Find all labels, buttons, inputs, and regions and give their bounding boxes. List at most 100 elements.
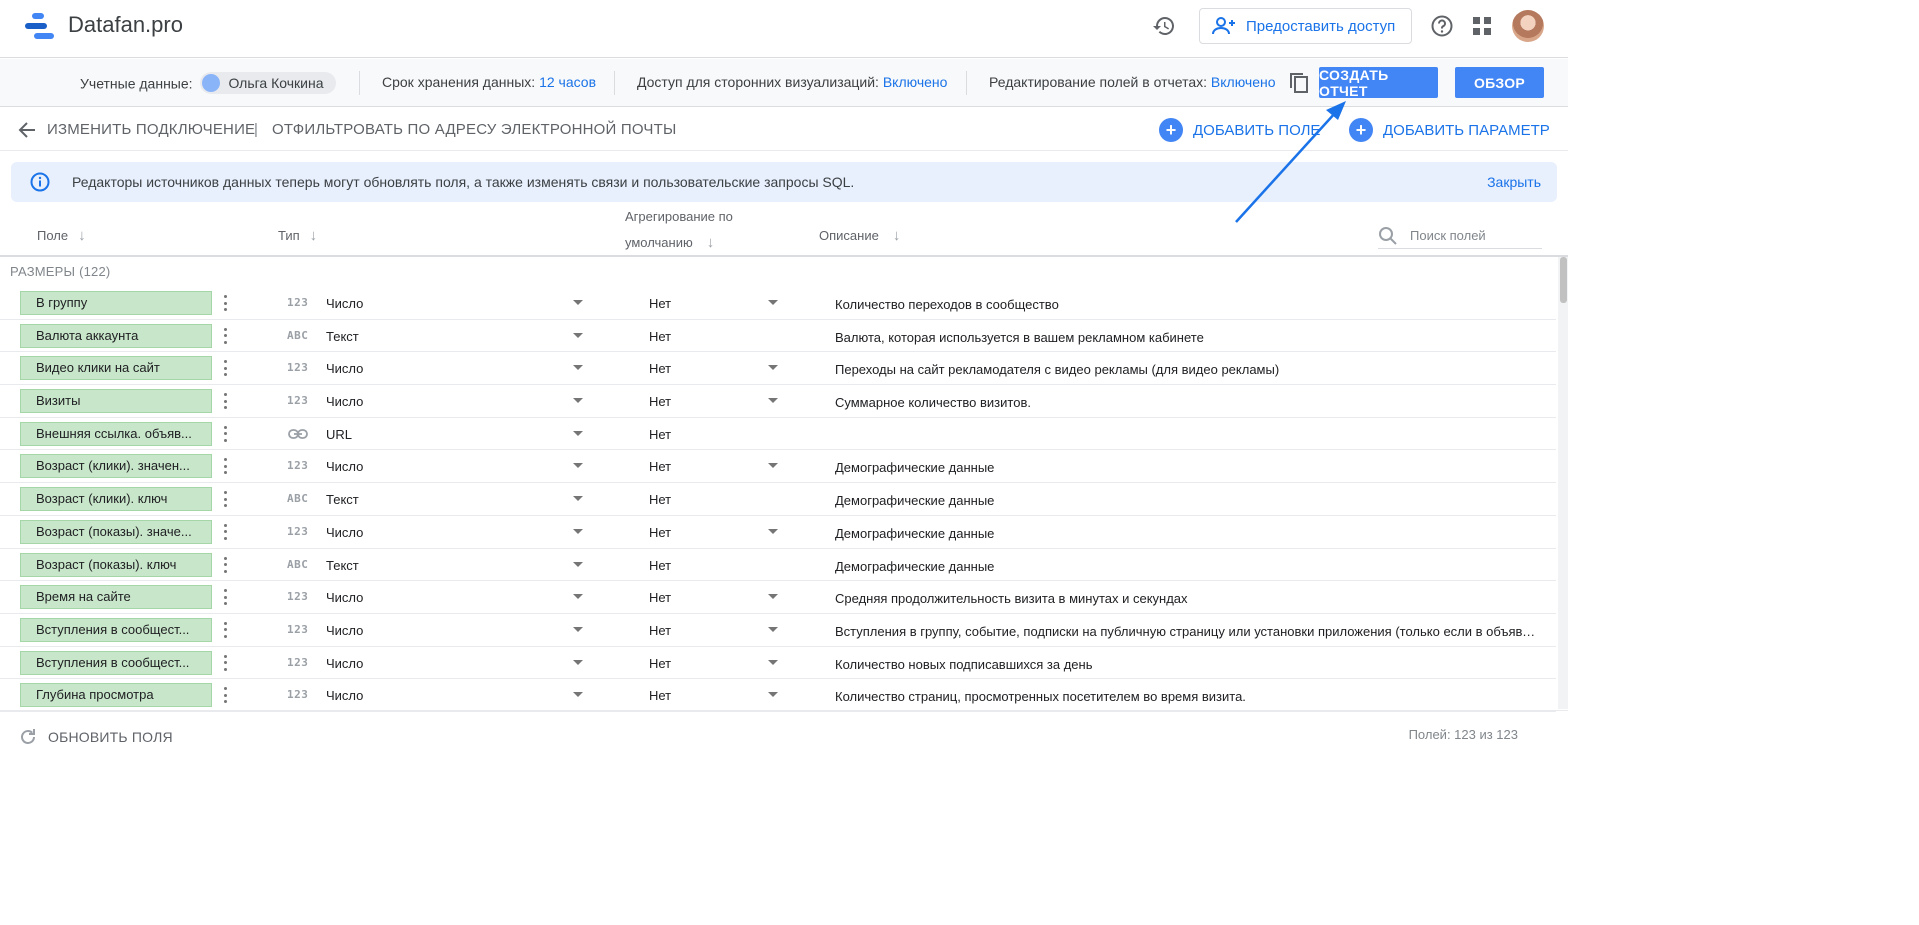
field-type[interactable]: Число [326, 688, 363, 703]
more-options-icon[interactable] [219, 424, 231, 444]
aggregation-dropdown-icon[interactable] [768, 365, 778, 371]
aggregation-value[interactable]: Нет [649, 558, 671, 573]
field-type[interactable]: Число [326, 525, 363, 540]
field-type[interactable]: Число [326, 459, 363, 474]
type-dropdown-icon[interactable] [573, 365, 583, 371]
table-row[interactable]: Вступления в сообщест... 123 Число Нет Вступ… [0, 614, 1556, 647]
field-type[interactable]: Число [326, 590, 363, 605]
banner-close-link[interactable]: Закрыть [1487, 174, 1541, 190]
third-party-value-link[interactable]: Включено [883, 74, 948, 90]
field-name-chip[interactable]: Время на сайте [20, 585, 212, 610]
field-description[interactable]: Вступления в группу, событие, подписки н… [835, 624, 1540, 639]
share-button[interactable]: Предоставить доступ [1199, 8, 1412, 44]
add-parameter-button[interactable]: + ДОБАВИТЬ ПАРАМЕТР [1349, 118, 1550, 142]
type-dropdown-icon[interactable] [573, 626, 583, 632]
more-options-icon[interactable] [219, 653, 231, 673]
field-name-chip[interactable]: Глубина просмотра [20, 683, 212, 708]
aggregation-dropdown-icon[interactable] [768, 626, 778, 632]
type-dropdown-icon[interactable] [573, 398, 583, 404]
field-name-chip[interactable]: Возраст (показы). значе... [20, 519, 212, 544]
apps-grid-icon[interactable] [1464, 8, 1500, 44]
aggregation-value[interactable]: Нет [649, 492, 671, 507]
overview-button[interactable]: ОБЗОР [1455, 67, 1544, 98]
aggregation-dropdown-icon[interactable] [768, 692, 778, 698]
table-row[interactable]: Визиты 123 Число Нет Суммарное количество ви… [0, 385, 1556, 418]
field-description[interactable]: Количество новых подписавшихся за день [835, 657, 1540, 672]
filter-by-email-link[interactable]: ОТФИЛЬТРОВАТЬ ПО АДРЕСУ ЭЛЕКТРОННОЙ ПОЧТ… [272, 121, 676, 138]
aggregation-dropdown-icon[interactable] [768, 594, 778, 600]
type-dropdown-icon[interactable] [573, 692, 583, 698]
more-options-icon[interactable] [219, 358, 231, 378]
aggregation-dropdown-icon[interactable] [768, 528, 778, 534]
help-icon[interactable] [1424, 8, 1460, 44]
field-name-chip[interactable]: Возраст (клики). значен... [20, 454, 212, 479]
table-row[interactable]: Возраст (показы). значе... 123 Число Нет Дем… [0, 516, 1556, 549]
type-dropdown-icon[interactable] [573, 659, 583, 665]
table-row[interactable]: Возраст (показы). ключ ABC Текст Нет Демогра… [0, 549, 1556, 582]
aggregation-value[interactable]: Нет [649, 427, 671, 442]
more-options-icon[interactable] [219, 293, 231, 313]
aggregation-value[interactable]: Нет [649, 459, 671, 474]
more-options-icon[interactable] [219, 326, 231, 346]
aggregation-value[interactable]: Нет [649, 361, 671, 376]
column-header-description[interactable]: Описание ↓ [819, 227, 900, 244]
aggregation-value[interactable]: Нет [649, 590, 671, 605]
add-field-button[interactable]: + ДОБАВИТЬ ПОЛЕ [1159, 118, 1320, 142]
aggregation-dropdown-icon[interactable] [768, 659, 778, 665]
aggregation-value[interactable]: Нет [649, 329, 671, 344]
table-row[interactable]: Вступления в сообщест... 123 Число Нет Колич… [0, 647, 1556, 680]
table-row[interactable]: Возраст (клики). ключ ABC Текст Нет Демограф… [0, 483, 1556, 516]
column-header-type[interactable]: Тип ↓ [278, 227, 317, 244]
field-description[interactable]: Валюта, которая используется в вашем рек… [835, 330, 1540, 345]
more-options-icon[interactable] [219, 391, 231, 411]
field-name-chip[interactable]: В группу [20, 291, 212, 315]
scrollbar-thumb[interactable] [1560, 257, 1567, 303]
refresh-fields-button[interactable]: ОБНОВИТЬ ПОЛЯ [18, 727, 173, 747]
field-description[interactable]: Средняя продолжительность визита в минут… [835, 591, 1540, 606]
more-options-icon[interactable] [219, 489, 231, 509]
aggregation-value[interactable]: Нет [649, 688, 671, 703]
field-type[interactable]: Число [326, 623, 363, 638]
field-name-chip[interactable]: Внешняя ссылка. объяв... [20, 421, 212, 446]
table-row[interactable]: В группу 123 Число Нет Количество переходов … [0, 287, 1556, 320]
aggregation-value[interactable]: Нет [649, 525, 671, 540]
field-type[interactable]: Число [326, 361, 363, 376]
more-options-icon[interactable] [219, 620, 231, 640]
more-options-icon[interactable] [219, 555, 231, 575]
field-type[interactable]: Текст [326, 558, 359, 573]
retention-value-link[interactable]: 12 часов [539, 74, 596, 90]
column-header-field[interactable]: Поле ↓ [37, 227, 86, 244]
table-row[interactable]: Валюта аккаунта ABC Текст Нет Валюта, котора… [0, 320, 1556, 353]
type-dropdown-icon[interactable] [573, 430, 583, 436]
field-name-chip[interactable]: Вступления в сообщест... [20, 617, 212, 642]
type-dropdown-icon[interactable] [573, 561, 583, 567]
field-name-chip[interactable]: Возраст (показы). ключ [20, 552, 212, 577]
table-row[interactable]: Глубина просмотра 123 Число Нет Количество с… [0, 679, 1556, 712]
field-type[interactable]: Число [326, 296, 363, 311]
aggregation-value[interactable]: Нет [649, 296, 671, 311]
aggregation-dropdown-icon[interactable] [768, 300, 778, 305]
field-description[interactable]: Количество переходов в сообщество [835, 297, 1540, 312]
field-description[interactable]: Количество страниц, просмотренных посети… [835, 689, 1540, 704]
field-name-chip[interactable]: Возраст (клики). ключ [20, 487, 212, 512]
create-report-button[interactable]: СОЗДАТЬ ОТЧЕТ [1319, 67, 1438, 99]
column-header-aggregation[interactable]: умолчанию ↓ [625, 234, 714, 251]
field-description[interactable]: Демографические данные [835, 526, 1540, 541]
field-name-chip[interactable]: Вступления в сообщест... [20, 650, 212, 675]
table-row[interactable]: Возраст (клики). значен... 123 Число Нет Дем… [0, 450, 1556, 484]
type-dropdown-icon[interactable] [573, 463, 583, 469]
field-description[interactable]: Переходы на сайт рекламодателя с видео р… [835, 362, 1540, 377]
aggregation-value[interactable]: Нет [649, 656, 671, 671]
field-description[interactable]: Демографические данные [835, 460, 1540, 475]
field-name-chip[interactable]: Видео клики на сайт [20, 356, 212, 381]
aggregation-dropdown-icon[interactable] [768, 463, 778, 469]
field-edit-value-link[interactable]: Включено [1211, 74, 1276, 90]
table-row[interactable]: Время на сайте 123 Число Нет Средняя продолж… [0, 581, 1556, 614]
field-description[interactable]: Демографические данные [835, 493, 1540, 508]
field-description[interactable]: Демографические данные [835, 559, 1540, 574]
field-type[interactable]: Текст [326, 492, 359, 507]
user-avatar[interactable] [1512, 10, 1544, 42]
table-row[interactable]: Внешняя ссылка. объяв... URL Нет [0, 418, 1556, 451]
field-description[interactable]: Суммарное количество визитов. [835, 395, 1540, 410]
field-type[interactable]: Число [326, 394, 363, 409]
